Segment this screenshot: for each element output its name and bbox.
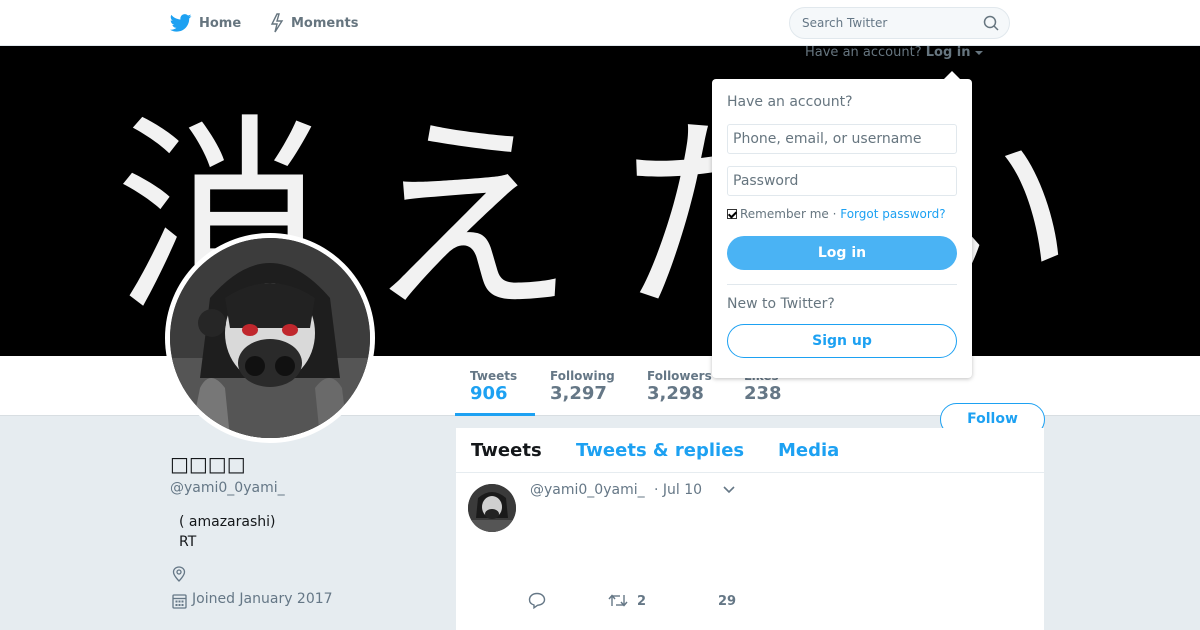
login-trigger-text: Have an account?	[805, 45, 922, 60]
profile-handle[interactable]: @yami0_0yami_	[170, 480, 285, 496]
joined-date: Joined January 2017	[192, 591, 333, 607]
divider	[727, 284, 957, 285]
profile-bio: ( amazarashi) RT	[179, 512, 276, 552]
forgot-password-link[interactable]: Forgot password?	[840, 207, 945, 221]
tweet-handle[interactable]: @yami0_0yami_	[530, 482, 645, 498]
retweet-count: 2	[637, 594, 647, 609]
login-trigger[interactable]: Have an account? Log in	[805, 45, 983, 60]
login-title: Have an account?	[727, 94, 853, 110]
active-stat-underline	[455, 413, 535, 416]
nav-home[interactable]: Home	[170, 0, 241, 46]
retweet-icon[interactable]	[608, 593, 628, 608]
bio-line: RT	[179, 534, 197, 550]
chevron-down-icon[interactable]	[722, 485, 736, 495]
new-to-twitter: New to Twitter?	[727, 296, 835, 312]
search-box[interactable]: Search Twitter	[789, 7, 1010, 39]
stat-label: Followers	[647, 369, 712, 383]
search-input[interactable]: Search Twitter	[802, 8, 887, 38]
timeline: Tweets Tweets & replies Media @yami0_0ya…	[456, 428, 1044, 630]
password-field[interactable]	[727, 166, 957, 196]
remember-label[interactable]: Remember me	[740, 207, 829, 221]
dropdown-arrow	[944, 71, 960, 79]
tab-tweets[interactable]: Tweets	[471, 440, 542, 461]
stat-label: Following	[550, 369, 615, 383]
avatar-image	[170, 238, 370, 438]
nav-home-label: Home	[199, 15, 242, 31]
caret-down-icon	[974, 51, 983, 55]
nav-moments[interactable]: Moments	[270, 0, 358, 46]
nav-moments-label: Moments	[291, 15, 359, 31]
tab-media[interactable]: Media	[778, 440, 839, 461]
bio-line: ( amazarashi)	[179, 514, 276, 530]
reply-icon[interactable]	[528, 592, 546, 609]
signup-button[interactable]: Sign up	[727, 324, 957, 358]
tweet-time[interactable]: · Jul 10	[654, 482, 702, 498]
calendar-icon	[172, 594, 187, 609]
search-icon[interactable]	[983, 15, 999, 31]
username-field[interactable]	[727, 124, 957, 154]
top-nav: Home Moments Search Twitter	[0, 0, 1200, 46]
remember-checkbox[interactable]	[727, 209, 737, 219]
login-button[interactable]: Log in	[727, 236, 957, 270]
stat-label: Tweets	[470, 369, 518, 383]
timeline-tabs: Tweets Tweets & replies Media	[456, 428, 1044, 473]
profile-name: □□□□	[170, 452, 246, 476]
stat-value: 906	[470, 383, 508, 404]
tab-tweets-replies[interactable]: Tweets & replies	[576, 440, 744, 461]
tweet-avatar[interactable]	[468, 484, 516, 532]
separator: ·	[828, 207, 841, 221]
remember-row: Remember me · Forgot password?	[727, 207, 946, 221]
stat-value: 3,297	[550, 383, 607, 404]
login-dropdown: Have an account? Remember me · Forgot pa…	[712, 71, 972, 378]
stat-value: 238	[744, 383, 782, 404]
lightning-icon	[270, 13, 284, 33]
location-icon	[172, 566, 186, 582]
login-trigger-link[interactable]: Log in	[926, 45, 971, 60]
like-count: 29	[718, 594, 737, 609]
avatar[interactable]	[165, 233, 375, 443]
stat-value: 3,298	[647, 383, 704, 404]
twitter-bird-icon	[170, 14, 192, 32]
